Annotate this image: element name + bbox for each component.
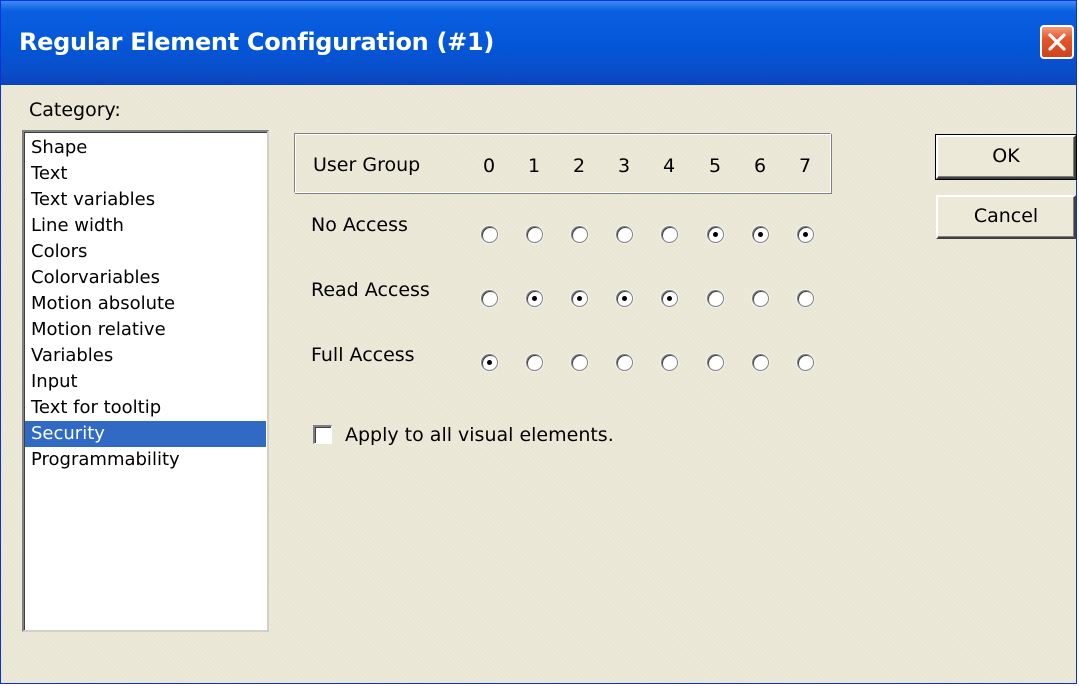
category-listbox[interactable]: Shape Text Text variables Line width Colors C… <box>22 130 269 632</box>
ok-button[interactable]: OK <box>935 134 1077 180</box>
radio-full-access-group-6[interactable] <box>752 354 769 371</box>
category-item-text[interactable]: Text <box>25 161 266 187</box>
radio-full-access-group-3[interactable] <box>616 354 633 371</box>
category-item-variables[interactable]: Variables <box>25 343 266 369</box>
category-item-motion-absolute[interactable]: Motion absolute <box>25 291 266 317</box>
radio-read-access-group-2[interactable] <box>571 290 588 307</box>
radio-dot <box>487 360 492 365</box>
radio-no-access-group-6[interactable] <box>752 226 769 243</box>
radio-no-access-group-5[interactable] <box>707 226 724 243</box>
radio-full-access-group-1[interactable] <box>526 354 543 371</box>
cancel-button[interactable]: Cancel <box>936 195 1076 239</box>
user-group-7-header: 7 <box>798 155 812 177</box>
user-group-1-header: 1 <box>527 155 541 177</box>
radio-no-access-group-1[interactable] <box>526 226 543 243</box>
radio-full-access-group-2[interactable] <box>571 354 588 371</box>
radio-full-access-group-0[interactable] <box>481 354 498 371</box>
category-item-shape[interactable]: Shape <box>25 135 266 161</box>
radio-dot <box>532 296 537 301</box>
radio-dot <box>577 296 582 301</box>
radio-full-access-group-5[interactable] <box>707 354 724 371</box>
close-icon <box>1048 33 1066 51</box>
radio-read-access-group-4[interactable] <box>661 290 678 307</box>
dialog-window: Regular Element Configuration (#1) Categ… <box>0 0 1077 684</box>
category-item-colors[interactable]: Colors <box>25 239 266 265</box>
category-item-security[interactable]: Security <box>25 421 266 447</box>
radio-dot <box>713 232 718 237</box>
radio-dot <box>622 296 627 301</box>
user-group-3-header: 3 <box>617 155 631 177</box>
access-row-label: No Access <box>311 214 408 236</box>
radio-read-access-group-0[interactable] <box>481 290 498 307</box>
radio-dot <box>667 296 672 301</box>
category-item-motion-relative[interactable]: Motion relative <box>25 317 266 343</box>
access-row-label: Full Access <box>311 344 415 366</box>
radio-full-access-group-7[interactable] <box>797 354 814 371</box>
category-item-colorvariables[interactable]: Colorvariables <box>25 265 266 291</box>
radio-read-access-group-3[interactable] <box>616 290 633 307</box>
radio-no-access-group-0[interactable] <box>481 226 498 243</box>
close-button[interactable] <box>1040 25 1074 59</box>
apply-all-label[interactable]: Apply to all visual elements. <box>345 424 614 446</box>
category-item-text-for-tooltip[interactable]: Text for tooltip <box>25 395 266 421</box>
category-label: Category: <box>29 99 121 121</box>
radio-read-access-group-1[interactable] <box>526 290 543 307</box>
radio-dot <box>758 232 763 237</box>
user-group-5-header: 5 <box>708 155 722 177</box>
radio-full-access-group-4[interactable] <box>661 354 678 371</box>
radio-read-access-group-6[interactable] <box>752 290 769 307</box>
user-group-label: User Group <box>313 154 421 176</box>
category-item-input[interactable]: Input <box>25 369 266 395</box>
category-item-line-width[interactable]: Line width <box>25 213 266 239</box>
user-group-6-header: 6 <box>753 155 767 177</box>
title-bar[interactable]: Regular Element Configuration (#1) <box>1 1 1076 85</box>
user-group-2-header: 2 <box>572 155 586 177</box>
user-group-4-header: 4 <box>662 155 676 177</box>
radio-dot <box>803 232 808 237</box>
radio-read-access-group-7[interactable] <box>797 290 814 307</box>
window-title: Regular Element Configuration (#1) <box>19 28 495 56</box>
radio-no-access-group-4[interactable] <box>661 226 678 243</box>
access-row-label: Read Access <box>311 279 430 301</box>
user-group-0-header: 0 <box>482 155 496 177</box>
dialog-content: Category: Shape Text Text variables Line wi… <box>1 85 1077 683</box>
radio-read-access-group-5[interactable] <box>707 290 724 307</box>
radio-no-access-group-2[interactable] <box>571 226 588 243</box>
apply-all-checkbox[interactable] <box>313 425 332 444</box>
radio-no-access-group-7[interactable] <box>797 226 814 243</box>
radio-no-access-group-3[interactable] <box>616 226 633 243</box>
category-item-text-variables[interactable]: Text variables <box>25 187 266 213</box>
category-item-programmability[interactable]: Programmability <box>25 447 266 473</box>
